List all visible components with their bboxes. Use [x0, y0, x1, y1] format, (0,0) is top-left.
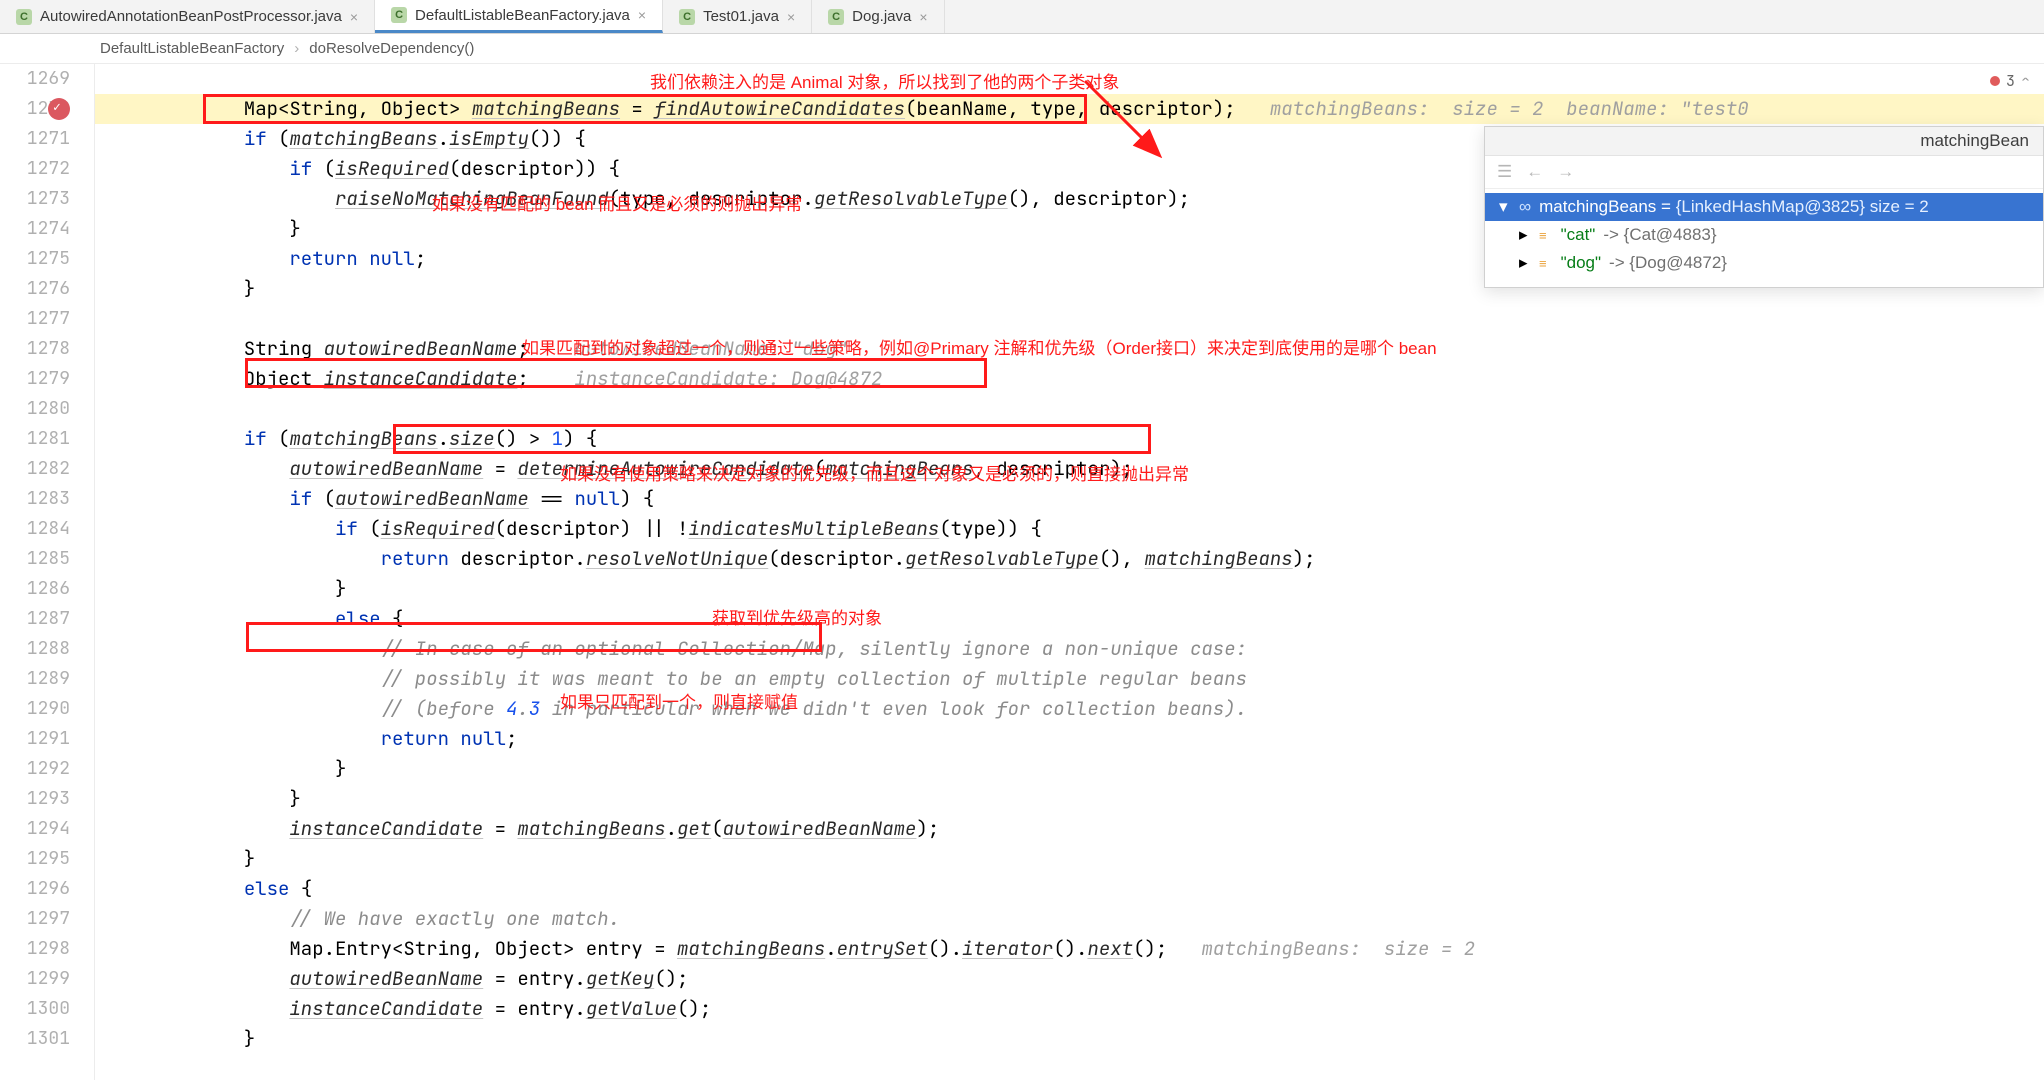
code-line[interactable]: return null;	[95, 724, 2044, 754]
java-class-icon: C	[391, 7, 407, 23]
code-line[interactable]	[95, 64, 2044, 94]
editor-area: 1269127012711272127312741275127612771278…	[0, 64, 2044, 1080]
code-line[interactable]: }	[95, 574, 2044, 604]
breadcrumb-class[interactable]: DefaultListableBeanFactory	[100, 40, 284, 57]
tab-file-3[interactable]: C Dog.java ×	[812, 0, 944, 33]
popup-toolbar: ☰ ← →	[1485, 156, 2043, 189]
tab-label: Test01.java	[703, 8, 779, 25]
gutter[interactable]: 1269127012711272127312741275127612771278…	[0, 64, 95, 1080]
inline-debug-hint: matchingBeans: size = 2 beanName: "test0	[1236, 94, 1749, 124]
code-line[interactable]	[95, 394, 2044, 424]
close-icon[interactable]: ×	[919, 9, 927, 25]
nav-forward-icon[interactable]: →	[1557, 162, 1574, 182]
close-icon[interactable]: ×	[638, 7, 646, 23]
popup-title: matchingBean	[1485, 127, 2043, 156]
debug-variable-popup[interactable]: matchingBean ☰ ← → ▾ ∞ matchingBeans = {…	[1484, 126, 2044, 288]
tab-label: Dog.java	[852, 8, 911, 25]
code-line[interactable]: if (isRequired(descriptor) || !indicates…	[95, 514, 2044, 544]
code-line[interactable]: return descriptor.resolveNotUnique(descr…	[95, 544, 2044, 574]
tab-file-1[interactable]: C DefaultListableBeanFactory.java ×	[375, 0, 663, 33]
caret-right-icon[interactable]: ▸	[1519, 253, 1531, 273]
java-class-icon: C	[828, 9, 844, 25]
code-line[interactable]: // In case of an optional Collection/Map…	[95, 634, 2044, 664]
code-line[interactable]: autowiredBeanName = determineAutowireCan…	[95, 454, 2044, 484]
map-key: "cat"	[1561, 225, 1596, 245]
inline-debug-hint: autowiredBeanName: "dog"	[529, 334, 848, 364]
tab-file-2[interactable]: C Test01.java ×	[663, 0, 812, 33]
variable-tree[interactable]: ▾ ∞ matchingBeans = {LinkedHashMap@3825}…	[1485, 189, 2043, 287]
chevron-right-icon: ›	[294, 40, 299, 57]
tree-root-node[interactable]: ▾ ∞ matchingBeans = {LinkedHashMap@3825}…	[1485, 193, 2043, 221]
map-key: "dog"	[1561, 253, 1601, 273]
nav-back-icon[interactable]: ←	[1526, 162, 1543, 182]
code-line[interactable]: else {	[95, 604, 2044, 634]
tree-child-node[interactable]: ▸ ≡ "cat" -> {Cat@4883}	[1485, 221, 2043, 249]
tab-label: DefaultListableBeanFactory.java	[415, 7, 630, 24]
close-icon[interactable]: ×	[350, 9, 358, 25]
breakpoint-icon[interactable]	[48, 98, 70, 120]
code-line[interactable]: // possibly it was meant to be an empty …	[95, 664, 2044, 694]
tab-file-0[interactable]: C AutowiredAnnotationBeanPostProcessor.j…	[0, 0, 375, 33]
tree-child-node[interactable]: ▸ ≡ "dog" -> {Dog@4872}	[1485, 249, 2043, 277]
code-line[interactable]: }	[95, 1024, 2044, 1054]
map-entry-icon: ≡	[1539, 256, 1547, 271]
code-line[interactable]: autowiredBeanName = entry.getKey();	[95, 964, 2044, 994]
code-line[interactable]: }	[95, 784, 2044, 814]
code-line[interactable]: // (before 4.3 in particular when we did…	[95, 694, 2044, 724]
line-numbers: 1269127012711272127312741275127612771278…	[27, 64, 70, 1054]
breadcrumb: DefaultListableBeanFactory › doResolveDe…	[0, 34, 2044, 64]
code-line[interactable]: Map.Entry<String, Object> entry = matchi…	[95, 934, 2044, 964]
editor-tabs: C AutowiredAnnotationBeanPostProcessor.j…	[0, 0, 2044, 34]
java-class-icon: C	[16, 9, 32, 25]
tab-label: AutowiredAnnotationBeanPostProcessor.jav…	[40, 8, 342, 25]
expand-tree-icon[interactable]: ☰	[1497, 162, 1512, 182]
map-value: -> {Dog@4872}	[1609, 253, 1727, 273]
java-class-icon: C	[679, 9, 695, 25]
inline-debug-hint: matchingBeans: size = 2	[1167, 934, 1475, 964]
close-icon[interactable]: ×	[787, 9, 795, 25]
var-name: matchingBeans = {LinkedHashMap@3825} siz…	[1539, 197, 1929, 217]
code-line[interactable]: if (matchingBeans.size() > 1) {	[95, 424, 2044, 454]
code-line[interactable]: instanceCandidate = entry.getValue();	[95, 994, 2044, 1024]
code-line[interactable]: // We have exactly one match.	[95, 904, 2044, 934]
code-line[interactable]: String autowiredBeanName; autowiredBeanN…	[95, 334, 2044, 364]
caret-right-icon[interactable]: ▸	[1519, 225, 1531, 245]
map-entry-icon: ≡	[1539, 228, 1547, 243]
breadcrumb-method[interactable]: doResolveDependency()	[309, 40, 474, 57]
caret-down-icon[interactable]: ▾	[1499, 197, 1511, 217]
object-ref-icon: ∞	[1519, 197, 1531, 217]
code-line[interactable]: else {	[95, 874, 2044, 904]
code-line[interactable]: Object instanceCandidate; instanceCandid…	[95, 364, 2044, 394]
code-line[interactable]: }	[95, 754, 2044, 784]
inline-debug-hint: instanceCandidate: Dog@4872	[529, 364, 882, 394]
code-line[interactable]: }	[95, 844, 2044, 874]
code-line[interactable]: if (autowiredBeanName == null) {	[95, 484, 2044, 514]
map-value: -> {Cat@4883}	[1603, 225, 1716, 245]
code-line[interactable]: instanceCandidate = matchingBeans.get(au…	[95, 814, 2044, 844]
code-line[interactable]	[95, 304, 2044, 334]
code-line[interactable]: Map<String, Object> matchingBeans = find…	[95, 94, 2044, 124]
